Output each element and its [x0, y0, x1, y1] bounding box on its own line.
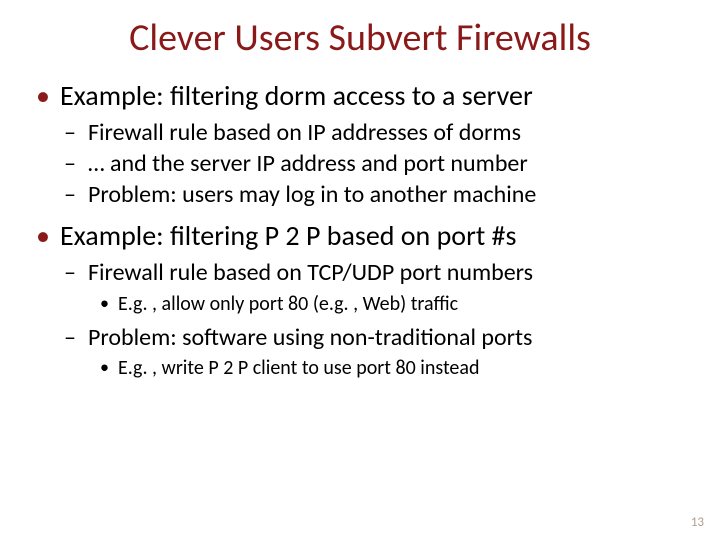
- sub-item: Firewall rule based on IP addresses of d…: [60, 117, 684, 148]
- bullet-item: Example: filtering dorm access to a serv…: [36, 78, 684, 211]
- slide: Clever Users Subvert Firewalls Example: …: [0, 0, 720, 540]
- subsub-text: E.g. , write P 2 P client to use port 80…: [118, 356, 479, 380]
- sub-list: Firewall rule based on TCP/UDP port numb…: [60, 257, 684, 381]
- bullet-text: Example: filtering dorm access to a serv…: [60, 78, 533, 113]
- subsub-item: E.g. , write P 2 P client to use port 80…: [88, 355, 684, 382]
- sub-text: Firewall rule based on IP addresses of d…: [88, 118, 521, 147]
- bullet-list: Example: filtering dorm access to a serv…: [36, 78, 684, 382]
- subsub-text: E.g. , allow only port 80 (e.g. , Web) t…: [118, 292, 458, 316]
- subsub-list: E.g. , write P 2 P client to use port 80…: [88, 355, 684, 382]
- slide-title: Clever Users Subvert Firewalls: [36, 18, 684, 60]
- subsub-list: E.g. , allow only port 80 (e.g. , Web) t…: [88, 291, 684, 318]
- sub-text: Problem: users may log in to another mac…: [88, 180, 536, 209]
- bullet-text: Example: filtering P 2 P based on port #…: [60, 218, 516, 253]
- sub-text: Firewall rule based on TCP/UDP port numb…: [88, 258, 533, 287]
- bullet-item: Example: filtering P 2 P based on port #…: [36, 218, 684, 381]
- subsub-item: E.g. , allow only port 80 (e.g. , Web) t…: [88, 291, 684, 318]
- sub-text: … and the server IP address and port num…: [88, 149, 528, 178]
- sub-item: … and the server IP address and port num…: [60, 148, 684, 179]
- sub-list: Firewall rule based on IP addresses of d…: [60, 117, 684, 211]
- page-number: 13: [691, 515, 704, 530]
- sub-text: Problem: software using non-traditional …: [88, 323, 532, 352]
- sub-item: Problem: users may log in to another mac…: [60, 179, 684, 210]
- sub-item: Firewall rule based on TCP/UDP port numb…: [60, 257, 684, 317]
- sub-item: Problem: software using non-traditional …: [60, 322, 684, 382]
